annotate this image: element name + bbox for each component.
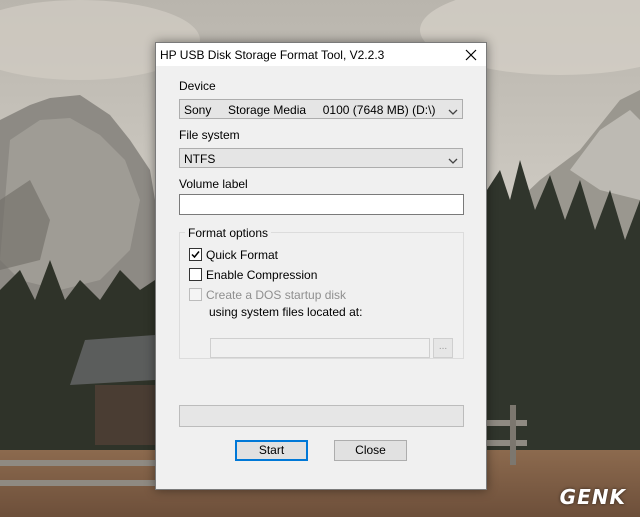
browse-button: ... bbox=[433, 338, 453, 358]
window-title: HP USB Disk Storage Format Tool, V2.2.3 bbox=[160, 48, 385, 62]
file-system-label: File system bbox=[179, 128, 240, 142]
start-button[interactable]: Start bbox=[235, 440, 308, 461]
genk-watermark: GENK bbox=[559, 485, 626, 509]
chevron-down-icon bbox=[448, 154, 458, 168]
format-tool-dialog: HP USB Disk Storage Format Tool, V2.2.3 … bbox=[155, 42, 487, 490]
volume-label-input[interactable] bbox=[179, 194, 464, 215]
chevron-down-icon bbox=[448, 105, 458, 119]
dos-startup-checkbox bbox=[189, 288, 202, 301]
device-label: Device bbox=[179, 79, 216, 93]
quick-format-checkbox[interactable] bbox=[189, 248, 202, 261]
enable-compression-label[interactable]: Enable Compression bbox=[206, 268, 317, 282]
system-files-path-input bbox=[210, 338, 430, 358]
enable-compression-checkbox[interactable] bbox=[189, 268, 202, 281]
device-dropdown[interactable]: Sony Storage Media 0100 (7648 MB) (D:\) bbox=[179, 99, 463, 119]
system-files-label: using system files located at: bbox=[209, 305, 363, 319]
dos-startup-label: Create a DOS startup disk bbox=[206, 288, 347, 302]
title-bar[interactable]: HP USB Disk Storage Format Tool, V2.2.3 bbox=[156, 43, 486, 66]
quick-format-label[interactable]: Quick Format bbox=[206, 248, 278, 262]
file-system-dropdown[interactable]: NTFS bbox=[179, 148, 463, 168]
close-button[interactable]: Close bbox=[334, 440, 407, 461]
volume-label-label: Volume label bbox=[179, 177, 248, 191]
format-progress-bar bbox=[179, 405, 464, 427]
close-icon[interactable] bbox=[456, 43, 486, 66]
format-options-title: Format options bbox=[185, 226, 272, 240]
file-system-selected-value: NTFS bbox=[184, 152, 216, 166]
device-selected-value: Sony Storage Media 0100 (7648 MB) (D:\) bbox=[184, 103, 436, 117]
